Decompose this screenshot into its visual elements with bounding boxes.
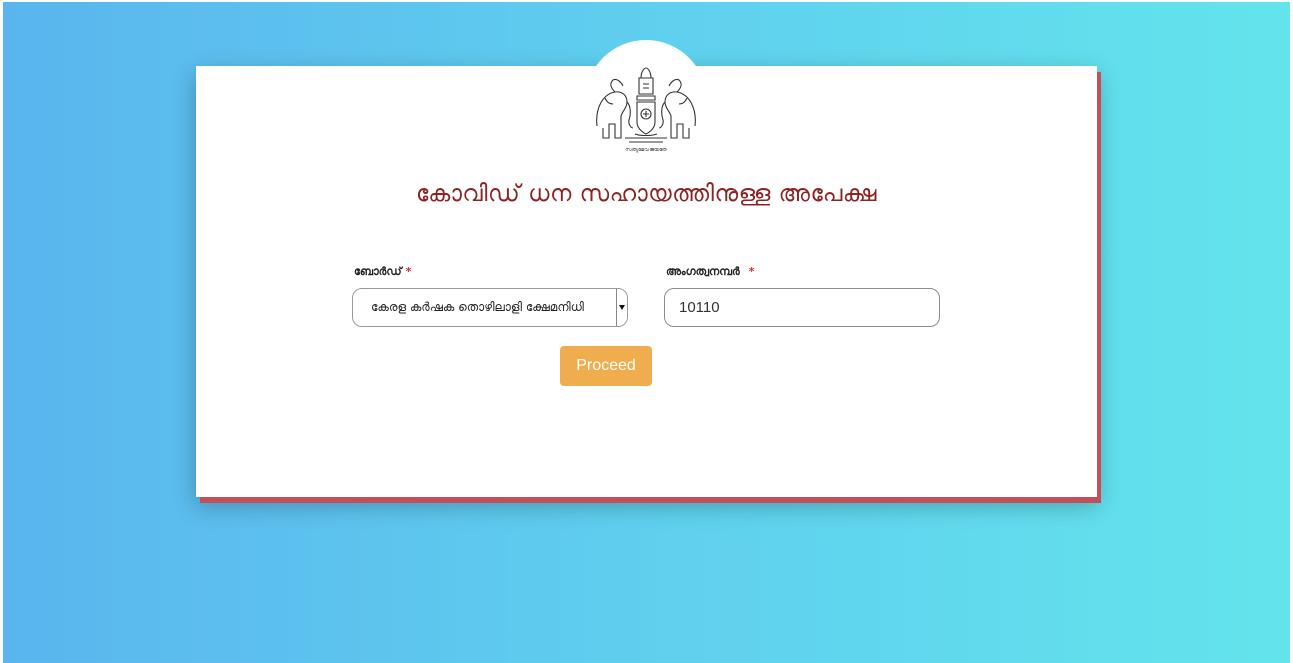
- page-background: സത്യമേവ ജയതേ കോവിഡ് ധന സഹായത്തിനുള്ള അപേ…: [3, 2, 1290, 663]
- emblem-motto: സത്യമേവ ജയതേ: [625, 147, 667, 153]
- caret-down-icon[interactable]: [616, 289, 627, 326]
- board-required-mark: *: [405, 265, 412, 278]
- page-title: കോവിഡ് ധന സഹായത്തിനുള്ള അപേക്ഷ: [415, 181, 878, 207]
- membership-label-text: അംഗത്വനമ്പർ: [666, 265, 740, 278]
- board-label: ബോർഡ് *: [354, 265, 411, 279]
- kerala-state-emblem-icon: സത്യമേവ ജയതേ: [596, 67, 696, 153]
- application-card: സത്യമേവ ജയതേ കോവിഡ് ധന സഹായത്തിനുള്ള അപേ…: [196, 40, 1097, 497]
- membership-required-mark: *: [748, 265, 755, 278]
- board-selected-value: കേരള കർഷക തൊഴിലാളി ക്ഷേമനിധി: [371, 300, 584, 314]
- membership-number-input[interactable]: [664, 288, 940, 327]
- proceed-button[interactable]: Proceed: [560, 346, 652, 386]
- board-label-text: ബോർഡ്: [354, 265, 402, 278]
- membership-label: അംഗത്വനമ്പർ *: [666, 265, 755, 279]
- board-select[interactable]: കേരള കർഷക തൊഴിലാളി ക്ഷേമനിധി: [352, 288, 628, 327]
